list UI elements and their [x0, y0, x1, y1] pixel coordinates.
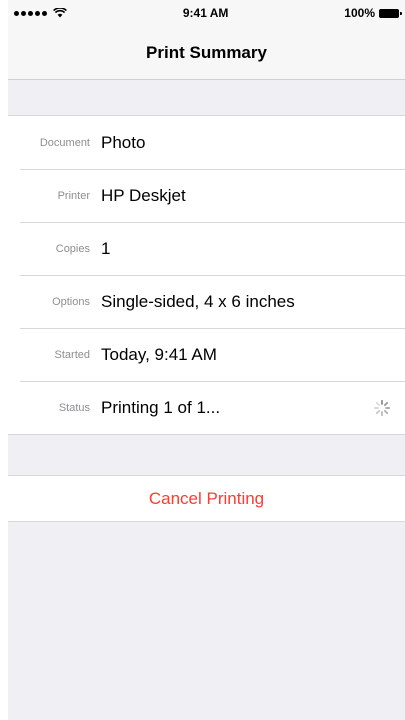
battery-percent: 100%	[344, 6, 375, 20]
signal-dot	[42, 10, 47, 16]
signal-dot	[21, 10, 26, 16]
detail-value: Printing 1 of 1...	[101, 397, 221, 417]
page-title: Print Summary	[146, 42, 267, 62]
detail-value: Today, 9:41 AM	[101, 344, 217, 364]
battery-icon	[379, 8, 402, 18]
detail-value: Photo	[101, 132, 146, 152]
cancel-printing-label: Cancel Printing	[148, 488, 265, 508]
detail-label: Status	[58, 401, 90, 414]
cancel-printing-button[interactable]: Cancel Printing	[8, 475, 405, 522]
detail-value: Single-sided, 4 x 6 inches	[101, 291, 295, 311]
print-details-list: Document Photo Printer HP Deskjet Copies…	[8, 115, 405, 435]
detail-row-document: Document Photo	[8, 116, 405, 169]
detail-row-copies: Copies 1	[8, 222, 405, 275]
battery-status: 100%	[344, 6, 402, 20]
status-bar: 9:41 AM 100%	[8, 0, 405, 26]
print-summary-screen: 9:41 AM 100% Print Summary Document Phot…	[0, 0, 405, 720]
detail-label: Options	[52, 295, 90, 308]
detail-label: Printer	[57, 189, 90, 202]
signal-dot	[28, 10, 33, 16]
detail-row-options: Options Single-sided, 4 x 6 inches	[8, 275, 405, 328]
navigation-bar: Print Summary	[8, 26, 405, 80]
signal-strength	[14, 8, 67, 18]
detail-row-started: Started Today, 9:41 AM	[8, 328, 405, 381]
detail-label: Copies	[55, 242, 90, 255]
detail-row-status: Status Printing 1 of 1...	[8, 381, 405, 434]
detail-value: 1	[101, 238, 111, 258]
signal-dots-icon	[14, 10, 19, 16]
wifi-icon	[53, 8, 67, 18]
activity-spinner-icon	[373, 399, 391, 416]
detail-label: Document	[39, 136, 90, 149]
detail-label: Started	[54, 348, 90, 361]
detail-value: HP Deskjet	[101, 185, 186, 205]
status-time: 9:41 AM	[182, 6, 229, 20]
detail-row-printer: Printer HP Deskjet	[8, 169, 405, 222]
signal-dot	[35, 10, 40, 16]
